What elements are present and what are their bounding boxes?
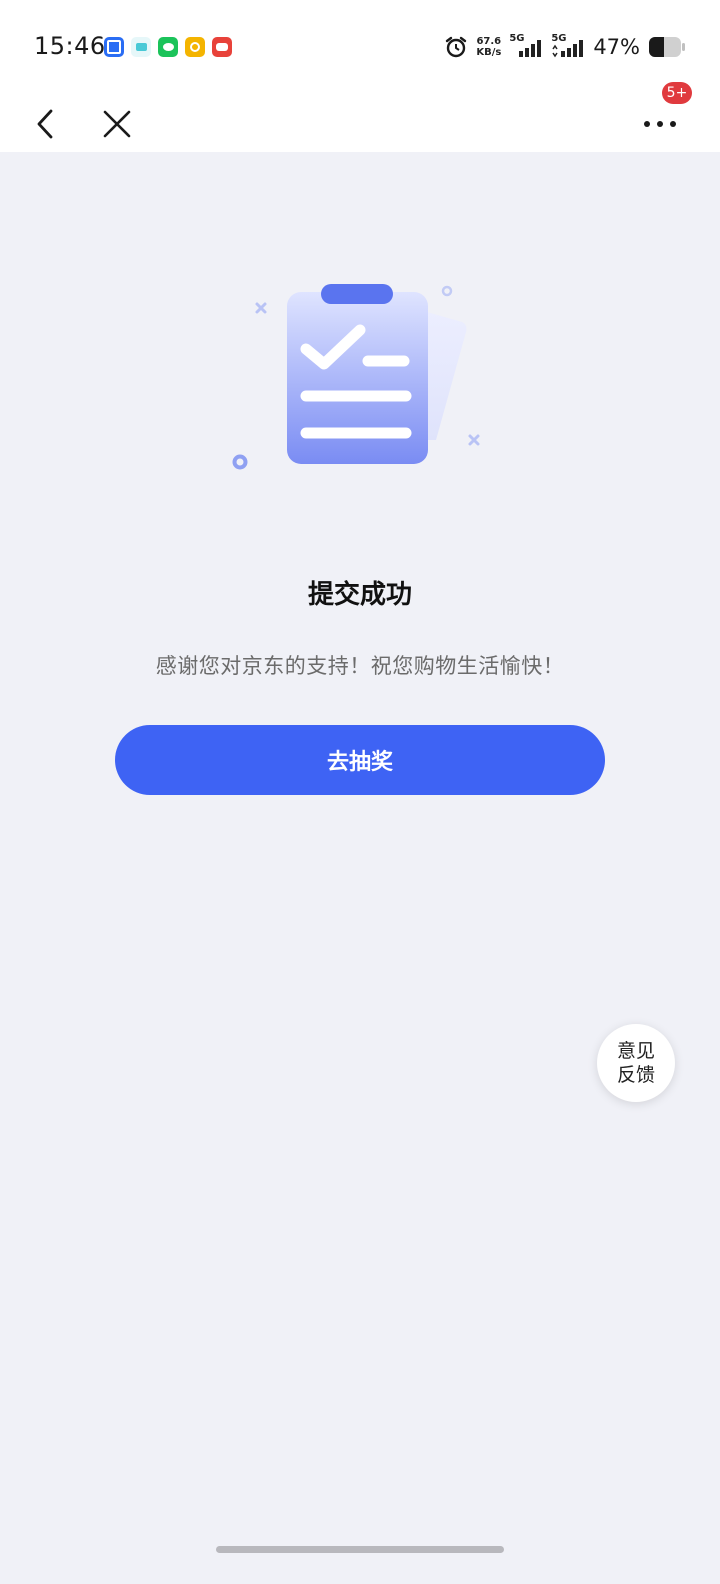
back-button[interactable] xyxy=(18,96,74,152)
game-icon xyxy=(212,37,232,57)
chevron-left-icon xyxy=(37,109,53,139)
alarm-icon xyxy=(446,36,467,58)
go-lottery-button[interactable]: 去抽奖 xyxy=(115,725,605,795)
more-icon xyxy=(644,121,676,127)
wechat-icon xyxy=(158,37,178,57)
wallet-icon xyxy=(185,37,205,57)
notification-icons xyxy=(104,37,232,57)
signal-2: 5G xyxy=(551,33,585,59)
battery-icon xyxy=(649,37,685,57)
nav-bar xyxy=(0,96,720,152)
message-icon xyxy=(131,37,151,57)
close-button[interactable] xyxy=(89,96,145,152)
result-message: 感谢您对京东的支持！祝您购物生活愉快！ xyxy=(155,654,565,678)
clipboard-check-icon xyxy=(232,284,480,470)
result-title: 提交成功 xyxy=(307,580,412,610)
net-speed: 67.6 KB/s xyxy=(476,36,501,58)
status-bar: 15:46 67.6 KB/s 5G 5G 47% xyxy=(0,0,720,96)
home-indicator[interactable] xyxy=(216,1546,504,1553)
feedback-label-line1: 意见 xyxy=(616,1040,655,1062)
battery-percent: 47% xyxy=(593,35,640,59)
signal-bars-icon xyxy=(552,40,584,58)
signal-1: 5G xyxy=(509,33,543,59)
feedback-button[interactable]: 意见 反馈 xyxy=(597,1024,675,1102)
more-button[interactable] xyxy=(632,96,688,152)
close-icon xyxy=(103,110,131,138)
more-badge: 5+ xyxy=(662,82,692,104)
net-speed-value: 67.6 xyxy=(476,36,502,47)
status-time: 15:46 xyxy=(34,32,106,60)
jd-app-icon xyxy=(104,37,124,57)
net-speed-unit: KB/s xyxy=(476,47,502,58)
system-indicators: 67.6 KB/s 5G 5G 47% xyxy=(444,30,686,64)
signal-bars-icon xyxy=(519,40,542,57)
feedback-label-line2: 反馈 xyxy=(616,1064,655,1086)
